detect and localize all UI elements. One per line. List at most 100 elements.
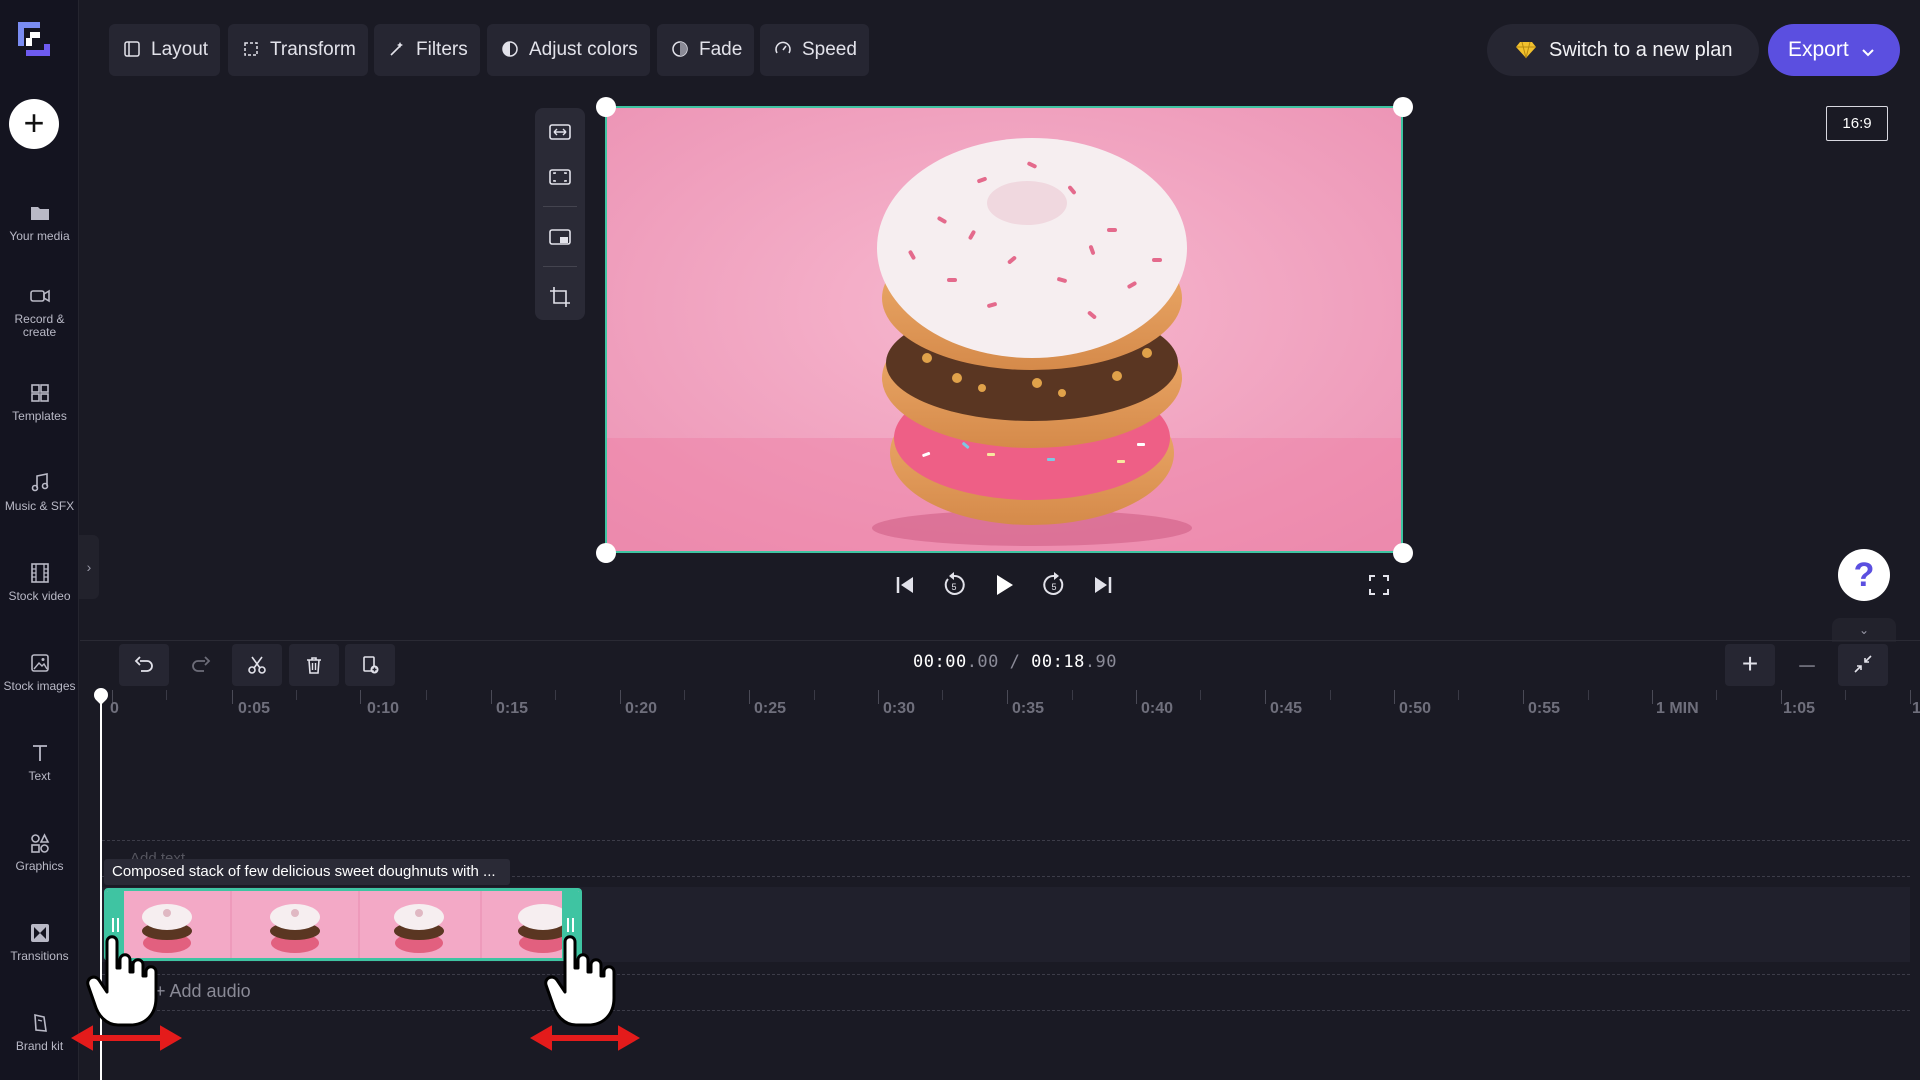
ruler-label: 1 MIN bbox=[1656, 700, 1699, 717]
transitions-icon bbox=[30, 924, 49, 942]
export-button[interactable]: Export bbox=[1768, 24, 1900, 76]
fullscreen-icon[interactable] bbox=[1364, 570, 1394, 600]
video-preview[interactable] bbox=[605, 106, 1403, 553]
filters-button[interactable]: Filters bbox=[374, 24, 480, 76]
track-separator bbox=[102, 1010, 1910, 1011]
forward-5-icon[interactable]: 5 bbox=[1039, 570, 1069, 600]
brand-kit-icon bbox=[33, 1013, 47, 1032]
sidebar-item-text[interactable]: Text bbox=[0, 742, 79, 783]
resize-handle-bottom-right[interactable] bbox=[1393, 543, 1413, 563]
sidebar-item-music-sfx[interactable]: Music & SFX bbox=[0, 472, 79, 513]
ruler-tick bbox=[620, 690, 621, 704]
ruler-tick bbox=[426, 690, 427, 700]
ruler-tick bbox=[1136, 690, 1137, 704]
ruler-tick bbox=[1458, 690, 1459, 700]
resize-handle-bottom-left[interactable] bbox=[596, 543, 616, 563]
total-time: 00:18 bbox=[1031, 652, 1085, 672]
ruler-label: 0 bbox=[110, 700, 119, 717]
aspect-ratio-button[interactable]: 16:9 bbox=[1826, 106, 1888, 141]
clip-trim-handle-left[interactable] bbox=[107, 891, 124, 958]
ruler-tick bbox=[491, 690, 492, 704]
undo-button[interactable] bbox=[119, 644, 169, 686]
speed-button[interactable]: Speed bbox=[760, 24, 869, 76]
fill-icon[interactable] bbox=[548, 165, 572, 189]
sidebar-item-record-create[interactable]: Record & create bbox=[0, 285, 79, 339]
ruler-tick bbox=[749, 690, 750, 704]
ruler-tick bbox=[360, 690, 361, 704]
left-sidebar: + Your media Record & create Templates M… bbox=[0, 0, 79, 1080]
fade-button[interactable]: Fade bbox=[657, 24, 755, 76]
sidebar-item-stock-video[interactable]: Stock video bbox=[0, 562, 79, 603]
switch-plan-button[interactable]: Switch to a new plan bbox=[1487, 24, 1759, 76]
current-time: 00:00 bbox=[913, 652, 967, 672]
delete-button[interactable] bbox=[289, 644, 339, 686]
ruler-tick bbox=[166, 690, 167, 700]
ruler-label: 0:40 bbox=[1141, 700, 1174, 717]
picture-in-picture-icon[interactable] bbox=[548, 225, 572, 249]
playhead[interactable] bbox=[100, 696, 102, 1080]
redo-button[interactable] bbox=[176, 644, 226, 686]
film-icon bbox=[30, 563, 49, 583]
ruler-label: 0:35 bbox=[1012, 700, 1045, 717]
collapse-preview-button[interactable]: ⌄ bbox=[1832, 618, 1896, 642]
sidebar-item-templates[interactable]: Templates bbox=[0, 382, 79, 423]
ruler-tick bbox=[1716, 690, 1717, 700]
chevron-down-icon bbox=[1861, 49, 1874, 57]
crop-icon[interactable] bbox=[548, 285, 572, 309]
timeline-ruler[interactable]: 0 0:05 0:10 0:15 0:20 0:25 0:30 0:35 0:4… bbox=[100, 690, 1920, 726]
transform-button[interactable]: Transform bbox=[228, 24, 368, 76]
clip-trim-handle-right[interactable] bbox=[562, 891, 579, 958]
adjust-colors-button[interactable]: Adjust colors bbox=[487, 24, 650, 76]
sidebar-item-label: Music & SFX bbox=[4, 499, 75, 513]
sidebar-item-label: Text bbox=[28, 769, 51, 783]
rewind-5-icon[interactable]: 5 bbox=[939, 570, 969, 600]
split-button[interactable] bbox=[232, 644, 282, 686]
ruler-tick bbox=[1523, 690, 1524, 704]
sidebar-item-graphics[interactable]: Graphics bbox=[0, 832, 79, 873]
create-new-button[interactable]: + bbox=[9, 99, 59, 149]
track-separator bbox=[102, 974, 1910, 975]
templates-icon bbox=[30, 384, 49, 402]
contrast-icon bbox=[502, 41, 518, 57]
add-audio-track[interactable]: + Add audio bbox=[155, 981, 251, 1002]
layout-icon bbox=[124, 41, 140, 57]
ruler-tick bbox=[1394, 690, 1395, 704]
collapse-arrows-icon bbox=[1854, 655, 1872, 673]
resize-handle-top-right[interactable] bbox=[1393, 97, 1413, 117]
ruler-label: 0:55 bbox=[1528, 700, 1561, 717]
expand-panel-button[interactable]: › bbox=[79, 535, 99, 599]
help-button[interactable]: ? bbox=[1838, 549, 1890, 601]
skip-to-start-icon[interactable] bbox=[890, 570, 920, 600]
text-icon bbox=[32, 745, 47, 761]
current-time-fraction: .00 bbox=[966, 652, 999, 672]
sidebar-item-transitions[interactable]: Transitions bbox=[0, 922, 79, 963]
resize-handle-top-left[interactable] bbox=[596, 97, 616, 117]
fit-icon[interactable] bbox=[548, 120, 572, 144]
ruler-tick bbox=[1265, 690, 1266, 704]
sidebar-item-brand-kit[interactable]: Brand kit bbox=[0, 1012, 79, 1053]
ruler-label: 0:30 bbox=[883, 700, 916, 717]
skip-to-end-icon[interactable] bbox=[1088, 570, 1118, 600]
fit-timeline-button[interactable] bbox=[1838, 644, 1888, 686]
sidebar-item-your-media[interactable]: Your media bbox=[0, 202, 79, 243]
folder-icon bbox=[30, 207, 49, 220]
sidebar-item-stock-images[interactable]: Stock images bbox=[0, 652, 79, 693]
play-icon[interactable] bbox=[989, 570, 1019, 600]
layout-label: Layout bbox=[151, 39, 209, 60]
doughnut-stack-image bbox=[607, 108, 1401, 551]
sidebar-item-label: Graphics bbox=[15, 859, 64, 873]
ruler-tick bbox=[1910, 690, 1911, 704]
video-clip[interactable] bbox=[104, 888, 582, 961]
redo-icon bbox=[192, 656, 211, 672]
zoom-in-button[interactable]: + bbox=[1725, 644, 1775, 686]
clipchamp-logo[interactable] bbox=[10, 16, 56, 62]
layout-button[interactable]: Layout bbox=[109, 24, 221, 76]
ruler-tick bbox=[878, 690, 879, 704]
duplicate-icon bbox=[363, 656, 379, 674]
duplicate-button[interactable] bbox=[345, 644, 395, 686]
preview-floating-toolbar bbox=[535, 108, 585, 320]
fade-icon bbox=[672, 41, 688, 57]
speed-label: Speed bbox=[802, 39, 857, 60]
diamond-icon bbox=[1516, 41, 1536, 59]
zoom-out-button[interactable]: – bbox=[1782, 644, 1832, 686]
